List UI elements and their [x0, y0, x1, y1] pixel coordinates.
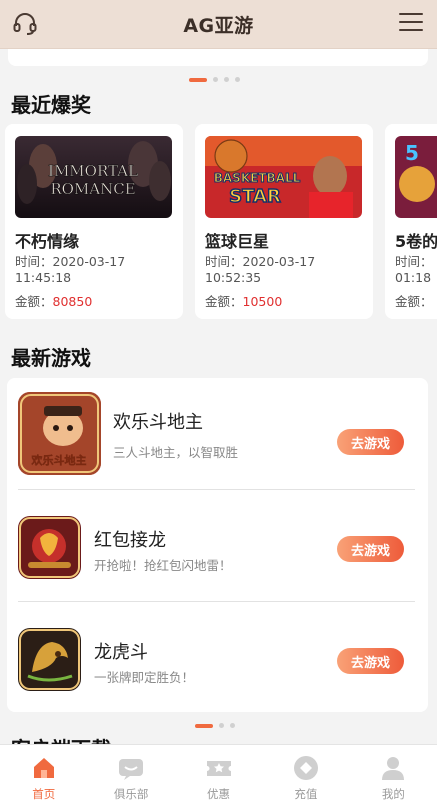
list-item[interactable]: 欢乐斗地主 欢乐斗地主 三人斗地主，以智取胜 去游戏 — [7, 378, 428, 488]
pagination-dot-active[interactable] — [189, 77, 207, 82]
pagination-dot[interactable] — [224, 77, 229, 82]
nav-item-deposit[interactable]: 充值 — [262, 745, 349, 804]
svg-text:ROMANCE: ROMANCE — [50, 180, 135, 198]
jackpot-game-name: 篮球巨星 — [205, 232, 270, 251]
banner-pagination — [189, 77, 240, 82]
jackpot-game-name: 5卷的 — [395, 232, 437, 251]
svg-text:BASKETBALL: BASKETBALL — [214, 171, 301, 185]
nav-label: 我的 — [381, 787, 405, 801]
app-title: AG亚游 — [183, 14, 254, 37]
red-envelope-icon[interactable] — [18, 516, 81, 579]
nav-item-promotions[interactable]: 优惠 — [175, 745, 262, 804]
app-header: AG亚游 — [0, 0, 437, 49]
game-name: 欢乐斗地主 — [113, 412, 203, 433]
jackpot-amount: 金额： — [395, 294, 433, 309]
game-name: 红包接龙 — [94, 530, 166, 551]
recent-jackpots-title: 最近爆奖 — [11, 93, 91, 117]
jackpot-amount: 金额：10500 — [205, 294, 283, 309]
jackpot-amount: 金额：80850 — [15, 294, 93, 309]
club-icon — [119, 759, 144, 780]
jackpot-game-name: 不朽情缘 — [15, 232, 80, 251]
svg-text:STAR: STAR — [229, 186, 281, 207]
jackpot-card[interactable]: IMMORTAL ROMANCE 不朽情缘 时间：2020-03-17 11:4… — [5, 124, 183, 319]
nav-label: 充值 — [294, 787, 318, 801]
list-item[interactable]: 红包接龙 开抢啦！抢红包闪地雷！ 去游戏 — [7, 490, 428, 600]
home-icon — [33, 758, 54, 778]
jackpot-card[interactable]: 5 5卷的 时间： 01:18 金额： — [385, 124, 437, 319]
headset-icon[interactable] — [12, 11, 38, 37]
basketball-star-banner: BASKETBALL STAR — [205, 136, 362, 218]
pagination-dot-active[interactable] — [195, 723, 213, 728]
deposit-icon — [293, 756, 318, 780]
nav-label: 优惠 — [207, 787, 231, 801]
pagination-dot[interactable] — [219, 723, 224, 728]
reels-game-banner: 5 — [395, 136, 437, 218]
nav-item-home[interactable]: 首页 — [0, 745, 87, 804]
menu-icon[interactable] — [399, 13, 423, 35]
ticket-icon — [206, 761, 231, 776]
new-games-title: 最新游戏 — [11, 346, 91, 370]
jackpot-carousel[interactable]: IMMORTAL ROMANCE 不朽情缘 时间：2020-03-17 11:4… — [5, 124, 437, 320]
nav-label: 首页 — [32, 787, 56, 801]
play-game-button[interactable]: 去游戏 — [337, 536, 404, 562]
pagination-dot[interactable] — [230, 723, 235, 728]
jackpot-time: 时间：2020-03-17 11:45:18 — [15, 254, 126, 285]
jackpot-card[interactable]: BASKETBALL STAR 篮球巨星 时间：2020-03-17 10:52… — [195, 124, 373, 319]
jackpot-time: 时间： 01:18 — [395, 254, 433, 285]
game-description: 三人斗地主，以智取胜 — [113, 445, 239, 460]
play-game-button[interactable]: 去游戏 — [337, 648, 404, 674]
doudizhu-icon[interactable]: 欢乐斗地主 — [18, 392, 101, 475]
nav-item-club[interactable]: 俱乐部 — [87, 745, 174, 804]
list-item[interactable]: 龙虎斗 一张牌即定胜负！ 去游戏 — [7, 602, 428, 712]
svg-text:5: 5 — [405, 141, 419, 165]
game-description: 开抢啦！抢红包闪地雷！ — [94, 558, 232, 573]
immortal-romance-banner: IMMORTAL ROMANCE — [15, 136, 172, 218]
pagination-dot[interactable] — [235, 77, 240, 82]
play-game-button[interactable]: 去游戏 — [337, 429, 404, 455]
user-icon — [382, 757, 405, 780]
game-description: 一张牌即定胜负！ — [94, 670, 195, 685]
games-pagination — [195, 723, 235, 728]
pagination-dot[interactable] — [213, 77, 218, 82]
jackpot-time: 时间：2020-03-17 10:52:35 — [205, 254, 316, 285]
game-name: 龙虎斗 — [94, 642, 148, 663]
new-games-list: 欢乐斗地主 欢乐斗地主 三人斗地主，以智取胜 去游戏 红包接龙 开抢啦！抢红包闪… — [7, 378, 428, 712]
svg-text:IMMORTAL: IMMORTAL — [48, 162, 138, 180]
svg-text:欢乐斗地主: 欢乐斗地主 — [31, 453, 87, 467]
nav-label: 俱乐部 — [113, 787, 149, 801]
bottom-navigation: 首页 俱乐部 优惠 充值 我的 — [0, 744, 437, 804]
dragon-tiger-icon[interactable] — [18, 628, 81, 691]
nav-item-profile[interactable]: 我的 — [350, 745, 437, 804]
banner-card[interactable] — [8, 48, 428, 66]
